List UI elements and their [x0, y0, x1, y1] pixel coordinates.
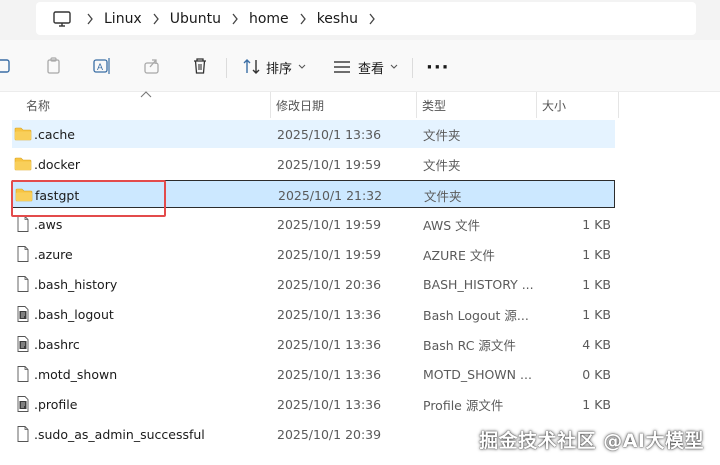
file-name: .sudo_as_admin_successful [34, 426, 205, 442]
file-date: 2025/10/1 20:39 [277, 426, 382, 442]
file-icon [14, 366, 32, 382]
file-date: 2025/10/1 19:59 [277, 216, 382, 232]
file-date: 2025/10/1 13:36 [277, 396, 382, 412]
more-options-button[interactable]: ··· [426, 54, 450, 80]
paste-icon[interactable] [44, 56, 64, 76]
file-name: .docker [34, 156, 81, 172]
chevron-right-icon[interactable] [76, 9, 104, 29]
file-icon [14, 246, 32, 262]
chevron-right-icon[interactable] [358, 9, 386, 29]
file-icon [14, 426, 32, 442]
file-type: Bash Logout 源... [423, 307, 529, 323]
rename-icon[interactable]: A [92, 56, 112, 76]
breadcrumb-linux[interactable]: Linux [104, 11, 142, 27]
file-size: 4 KB [582, 336, 611, 352]
folder-icon [14, 156, 32, 172]
file-type: AZURE 文件 [423, 247, 495, 263]
file-name: .cache [34, 126, 75, 142]
chevron-right-icon[interactable] [142, 9, 170, 29]
file-size: 1 KB [582, 246, 611, 262]
breadcrumb-keshu[interactable]: keshu [317, 11, 358, 27]
file-icon [14, 216, 32, 232]
file-name: .motd_shown [34, 366, 118, 382]
folder-icon [14, 126, 32, 142]
view-label: 查看 [358, 61, 385, 77]
file-row[interactable]: .azure 2025/10/1 19:59 AZURE 文件 1 KB [12, 240, 615, 268]
file-row[interactable]: .docker 2025/10/1 19:59 文件夹 [12, 150, 615, 178]
svg-text:A: A [97, 62, 103, 72]
file-size: 1 KB [582, 276, 611, 292]
chevron-down-icon [298, 64, 306, 69]
file-date: 2025/10/1 13:36 [277, 306, 382, 322]
file-row[interactable]: .profile 2025/10/1 13:36 Profile 源文件 1 KB [12, 390, 615, 418]
script-file-icon [14, 396, 32, 412]
delete-icon[interactable] [190, 56, 210, 76]
file-name: .bash_logout [34, 306, 114, 322]
file-type: AWS 文件 [423, 217, 481, 233]
command-bar: A 排序 查看 ··· [0, 40, 720, 92]
copy-icon[interactable] [0, 56, 14, 76]
watermark: 掘金技术社区 @AI大模型 [479, 430, 704, 452]
toolbar-divider [226, 58, 227, 78]
column-date[interactable]: 修改日期 [270, 92, 416, 118]
column-type[interactable]: 类型 [416, 92, 536, 118]
column-divider[interactable] [618, 92, 619, 118]
column-size[interactable]: 大小 [536, 92, 616, 118]
column-name[interactable]: 名称 [20, 92, 270, 118]
file-row[interactable]: .bash_history 2025/10/1 20:36 BASH_HISTORY… [12, 270, 615, 298]
file-type: Profile 源文件 [423, 397, 504, 413]
sort-button[interactable]: 排序 [242, 54, 306, 80]
file-name: .azure [34, 246, 73, 262]
address-bar[interactable]: Linux Ubuntu home keshu [36, 2, 696, 35]
file-name: .bashrc [34, 336, 80, 352]
file-date: 2025/10/1 13:36 [277, 126, 382, 142]
file-type: 文件夹 [424, 188, 462, 204]
file-row[interactable]: .bash_logout 2025/10/1 13:36 Bash Logout 源… [12, 300, 615, 328]
sort-label: 排序 [266, 61, 293, 77]
chevron-right-icon[interactable] [289, 9, 317, 29]
toolbar-divider [412, 58, 413, 78]
breadcrumb-home[interactable]: home [249, 11, 289, 27]
address-bar-area: Linux Ubuntu home keshu [0, 0, 720, 40]
file-size: 1 KB [582, 216, 611, 232]
file-date: 2025/10/1 13:36 [277, 336, 382, 352]
file-size: 0 KB [582, 366, 611, 382]
share-icon[interactable] [142, 56, 162, 76]
script-file-icon [14, 336, 32, 352]
annotation-highlight-box [11, 180, 166, 217]
file-name: .profile [34, 396, 78, 412]
file-type: MOTD_SHOWN ... [423, 366, 532, 382]
file-name: .bash_history [34, 276, 118, 292]
column-header: 名称 修改日期 类型 大小 [0, 91, 720, 118]
file-row[interactable]: .bashrc 2025/10/1 13:36 Bash RC 源文件 4 KB [12, 330, 615, 358]
file-type: 文件夹 [423, 157, 461, 173]
file-type: BASH_HISTORY ... [423, 276, 534, 292]
view-button[interactable]: 查看 [332, 54, 398, 80]
file-row[interactable]: .cache 2025/10/1 13:36 文件夹 [12, 120, 615, 148]
script-file-icon [14, 306, 32, 322]
file-type: 文件夹 [423, 127, 461, 143]
file-date: 2025/10/1 19:59 [277, 156, 382, 172]
file-date: 2025/10/1 13:36 [277, 366, 382, 382]
breadcrumb-ubuntu[interactable]: Ubuntu [170, 11, 221, 27]
file-size: 1 KB [582, 306, 611, 322]
sort-icon [243, 59, 260, 74]
file-row[interactable]: .motd_shown 2025/10/1 13:36 MOTD_SHOWN ...… [12, 360, 615, 388]
chevron-right-icon[interactable] [221, 9, 249, 29]
file-size: 1 KB [582, 396, 611, 412]
file-date: 2025/10/1 19:59 [277, 246, 382, 262]
this-pc-icon[interactable] [52, 9, 72, 29]
file-icon [14, 276, 32, 292]
file-date: 2025/10/1 21:32 [278, 187, 383, 203]
chevron-down-icon [390, 64, 398, 69]
file-date: 2025/10/1 20:36 [277, 276, 382, 292]
file-type: Bash RC 源文件 [423, 337, 516, 353]
view-icon [334, 61, 350, 73]
